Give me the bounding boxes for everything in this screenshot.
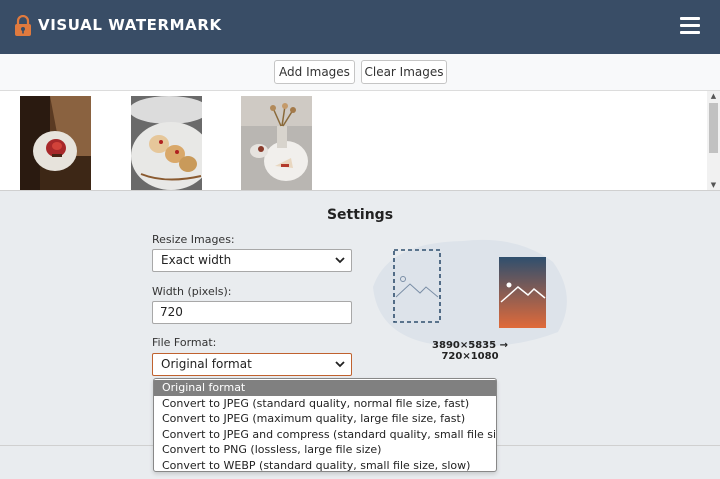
clear-images-button[interactable]: Clear Images [361, 60, 447, 84]
format-option[interactable]: Convert to WEBP (standard quality, small… [154, 458, 496, 472]
image-thumbnail[interactable] [20, 96, 91, 190]
image-thumbnail[interactable] [241, 96, 312, 190]
format-option[interactable]: Original format [154, 380, 496, 396]
format-label: File Format: [152, 336, 217, 349]
format-option[interactable]: Convert to PNG (lossless, large file siz… [154, 442, 496, 458]
settings-title: Settings [326, 207, 394, 223]
resize-select-value: Exact width [161, 253, 232, 267]
format-option[interactable]: Convert to JPEG (standard quality, norma… [154, 396, 496, 412]
width-input[interactable]: 720 [152, 301, 352, 324]
add-images-button[interactable]: Add Images [274, 60, 355, 84]
format-select[interactable]: Original format [152, 353, 352, 376]
gallery-scrollbar[interactable]: ▲ ▼ [707, 91, 720, 190]
scroll-up-arrow-icon[interactable]: ▲ [707, 91, 720, 102]
resize-select[interactable]: Exact width [152, 249, 352, 272]
hamburger-menu-icon[interactable] [680, 17, 700, 35]
resize-preview-illustration [373, 239, 567, 347]
scroll-down-arrow-icon[interactable]: ▼ [707, 180, 720, 190]
app-header: VISUAL WATERMARK [0, 0, 720, 54]
chevron-down-icon [335, 257, 345, 264]
toolbar: Add Images Clear Images [0, 54, 720, 91]
format-option[interactable]: Convert to JPEG (maximum quality, large … [154, 411, 496, 427]
padlock-icon [15, 15, 31, 36]
format-option[interactable]: Convert to JPEG and compress (standard q… [154, 427, 496, 443]
width-label: Width (pixels): [152, 285, 232, 298]
chevron-down-icon [335, 361, 345, 368]
brand-title: VISUAL WATERMARK [38, 16, 222, 34]
dimensions-readout: 3890×5835 → 720×1080 [432, 340, 508, 362]
format-dropdown-list: Original format Convert to JPEG (standar… [153, 378, 497, 472]
format-select-value: Original format [161, 357, 252, 371]
resize-label: Resize Images: [152, 233, 235, 246]
image-thumbnail[interactable] [131, 96, 202, 190]
image-gallery: ▲ ▼ [0, 91, 720, 191]
scrollbar-thumb[interactable] [709, 103, 718, 153]
